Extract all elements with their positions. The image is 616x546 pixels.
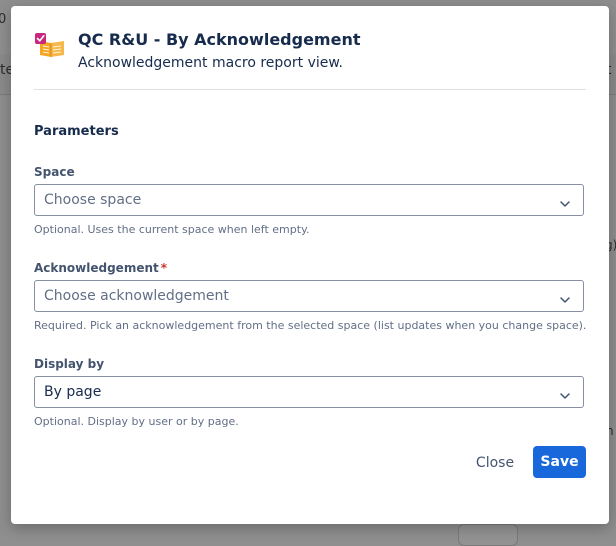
dialog-header: QC R&U - By Acknowledgement Acknowledgem… xyxy=(34,30,586,90)
acknowledgement-helper-text: Required. Pick an acknowledgement from t… xyxy=(34,319,587,332)
acknowledgement-label-text: Acknowledgement xyxy=(34,261,159,275)
acknowledgement-select[interactable]: Choose acknowledgement xyxy=(34,280,584,312)
dialog-subtitle: Acknowledgement macro report view. xyxy=(78,55,343,71)
chevron-down-icon xyxy=(559,291,571,303)
header-divider xyxy=(34,89,586,90)
space-label: Space xyxy=(34,165,75,179)
acknowledgement-label: Acknowledgement * xyxy=(34,261,167,275)
checklist-book-icon xyxy=(34,32,68,60)
chevron-down-icon xyxy=(559,195,571,207)
display-by-select-value: By page xyxy=(44,384,102,400)
space-select-placeholder: Choose space xyxy=(44,192,142,208)
background-text: 0 xyxy=(0,12,7,27)
acknowledgement-select-placeholder: Choose acknowledgement xyxy=(44,288,229,304)
display-by-select[interactable]: By page xyxy=(34,376,584,408)
space-label-text: Space xyxy=(34,165,75,179)
close-button[interactable]: Close xyxy=(466,447,524,479)
macro-dialog: QC R&U - By Acknowledgement Acknowledgem… xyxy=(11,6,609,524)
display-by-helper-text: Optional. Display by user or by page. xyxy=(34,415,239,428)
chevron-down-icon xyxy=(559,387,571,399)
display-by-label-text: Display by xyxy=(34,357,105,371)
display-by-label: Display by xyxy=(34,357,104,371)
required-marker: * xyxy=(160,261,168,275)
background-button xyxy=(458,524,518,546)
dialog-title: QC R&U - By Acknowledgement xyxy=(78,30,361,49)
space-select[interactable]: Choose space xyxy=(34,184,584,216)
parameters-heading: Parameters xyxy=(34,124,119,139)
save-button[interactable]: Save xyxy=(533,446,586,478)
space-helper-text: Optional. Uses the current space when le… xyxy=(34,223,310,236)
